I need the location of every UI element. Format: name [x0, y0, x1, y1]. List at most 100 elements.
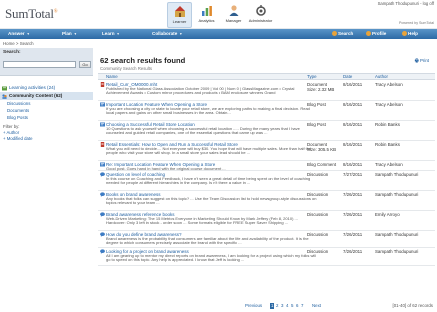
- manager-icon: [229, 5, 238, 16]
- column-header-date[interactable]: Date: [343, 74, 352, 80]
- result-type-label: Discussion: [307, 191, 329, 197]
- role-analytics[interactable]: Analytics: [194, 2, 219, 28]
- discussion-icon: [100, 192, 105, 197]
- table-row: Choosing a Successful Retail Store Locat…: [98, 121, 435, 141]
- help-icon: [402, 31, 407, 36]
- main-nav: Answer ▼ Plan ▼ Learn ▼ Collaborate ▼ Search…: [0, 29, 437, 39]
- user-logoff[interactable]: Sampath Thodupunuri - log off: [378, 1, 434, 6]
- pager-next[interactable]: Next: [312, 301, 321, 310]
- discussion-icon: [100, 232, 105, 237]
- print-button[interactable]: 🖶 Print: [415, 57, 429, 65]
- pager-page-6[interactable]: 6: [296, 301, 298, 310]
- result-type: Discussion: [307, 192, 328, 197]
- blog-icon: [100, 102, 105, 107]
- result-author: Sampath Thodupunuri: [375, 171, 419, 177]
- sidebar-search: Search: Go: [0, 48, 93, 76]
- result-type: Blog Post: [307, 122, 326, 127]
- pager-page-2[interactable]: 2: [276, 301, 278, 310]
- column-header-author[interactable]: Author: [375, 74, 388, 80]
- column-header-name[interactable]: Name: [106, 74, 118, 80]
- table-row: Re: Important Location Feature When Open…: [98, 161, 435, 171]
- nav-profile[interactable]: Profile: [366, 31, 386, 36]
- record-count: [01-40] of 62 records: [392, 303, 433, 308]
- nav-collaborate[interactable]: Collaborate ▼: [152, 31, 182, 36]
- result-type: Blog Comment: [307, 162, 336, 167]
- nav-label: Help: [408, 31, 418, 36]
- result-type: Document Size: 305.5 KB: [307, 142, 336, 152]
- page-subtitle: Community Search Results: [100, 66, 153, 71]
- role-manager[interactable]: Manager: [221, 2, 246, 28]
- result-date: 8/16/2011: [343, 101, 363, 107]
- result-author: Sampath Thodupunuri: [375, 191, 419, 197]
- breadcrumb: Home > Search: [3, 41, 34, 46]
- nav-answer[interactable]: Answer ▼: [8, 31, 30, 36]
- sidebar: Search: Go Learning activities (24) Comm…: [0, 48, 95, 141]
- result-author: Robin Banks: [375, 141, 400, 147]
- result-size: Size: 305.5 KB: [307, 146, 337, 152]
- nav-plan[interactable]: Plan ▼: [62, 31, 77, 36]
- powered-by: Powered by SumTotal: [399, 21, 434, 25]
- sidebar-item-community-content[interactable]: Community Content (62): [0, 92, 93, 100]
- result-date: 8/16/2011: [343, 161, 363, 167]
- result-description: Any books that folks can suggest on this…: [106, 196, 317, 206]
- pager-page-7[interactable]: 7: [301, 301, 303, 310]
- table-row: Retail Essentials: How to Open and Run a…: [98, 141, 435, 161]
- result-description: In this course on Coaching and Feedback,…: [106, 176, 311, 186]
- result-date: 7/26/2011: [343, 211, 363, 217]
- role-administrator[interactable]: Administrator: [248, 2, 273, 28]
- top-bar: SumTotal® Learner Analytics Manager Admi…: [0, 0, 437, 29]
- pager-page-5[interactable]: 5: [291, 301, 293, 310]
- logo-text: SumTotal: [5, 6, 54, 21]
- nav-help[interactable]: Help: [402, 31, 418, 36]
- result-description: Published by the National Glass Associat…: [106, 86, 295, 96]
- role-label: Manager: [225, 18, 242, 23]
- result-type: Blog Post: [307, 102, 326, 107]
- result-type: Discussion: [307, 232, 328, 237]
- result-description: All I am gearing up to mentor my direct …: [106, 253, 317, 263]
- result-author: Emily Arroyo: [375, 211, 400, 217]
- sidebar-item-blog-posts[interactable]: Blog Posts: [0, 114, 93, 121]
- result-description: Good post. Goes hand in hand with the or…: [106, 166, 226, 171]
- result-type-label: Discussion: [307, 171, 329, 177]
- result-description: If you are choosing a city or state to l…: [106, 106, 310, 116]
- result-type-label: Blog Post: [307, 101, 326, 107]
- pager-previous[interactable]: Previous: [245, 301, 262, 310]
- filter-modified-date[interactable]: + Modified date: [3, 136, 93, 142]
- result-date: 7/26/2011: [343, 231, 363, 237]
- result-type-label: Discussion: [307, 211, 329, 217]
- result-type: Discussion: [307, 212, 328, 217]
- go-button[interactable]: Go: [79, 61, 91, 68]
- pager-page-4[interactable]: 4: [286, 301, 288, 310]
- document-icon: [100, 82, 105, 87]
- sumtotal-logo[interactable]: SumTotal®: [5, 6, 58, 22]
- table-row: Looking for a project on brand awareness…: [98, 248, 435, 266]
- role-label: Learner: [172, 19, 187, 24]
- sidebar-item-learning-activities[interactable]: Learning activities (24): [0, 84, 93, 92]
- pager-page-1[interactable]: 1: [270, 302, 275, 309]
- pager-page-3[interactable]: 3: [281, 301, 283, 310]
- nav-label: Collaborate: [152, 31, 178, 36]
- result-size: Size: 2.32 MB: [307, 86, 335, 92]
- sidebar-item-discussions[interactable]: Discussions: [0, 100, 93, 107]
- result-author: Robin Banks: [375, 121, 400, 127]
- role-label: Administrator: [248, 18, 273, 23]
- table-row: Books on brand awareness Any books that f…: [98, 191, 435, 211]
- result-type: Document Size: 2.32 MB: [307, 82, 334, 92]
- result-author: Tracy Abelson: [375, 161, 403, 167]
- role-label: Analytics: [198, 18, 215, 23]
- nav-search[interactable]: Search: [332, 31, 353, 36]
- search-input[interactable]: [3, 61, 76, 68]
- sidebar-item-documents[interactable]: Documents: [0, 107, 93, 114]
- column-header-type[interactable]: Type: [307, 74, 317, 80]
- table-row: Question on level of coaching In this cou…: [98, 171, 435, 191]
- nav-learn[interactable]: Learn ▼: [102, 31, 120, 36]
- search-icon: [332, 31, 337, 36]
- role-learner[interactable]: Learner: [167, 2, 192, 28]
- print-icon: 🖶: [414, 58, 419, 63]
- table-row: Brand awareness reference books Web-Drive…: [98, 211, 435, 231]
- discussion-icon: [100, 172, 105, 177]
- nav-label: Plan: [62, 31, 72, 36]
- result-date: 7/26/2011: [343, 248, 363, 254]
- result-date: 8/16/2011: [343, 121, 363, 127]
- result-description: Brand awareness is the probability that …: [106, 236, 309, 246]
